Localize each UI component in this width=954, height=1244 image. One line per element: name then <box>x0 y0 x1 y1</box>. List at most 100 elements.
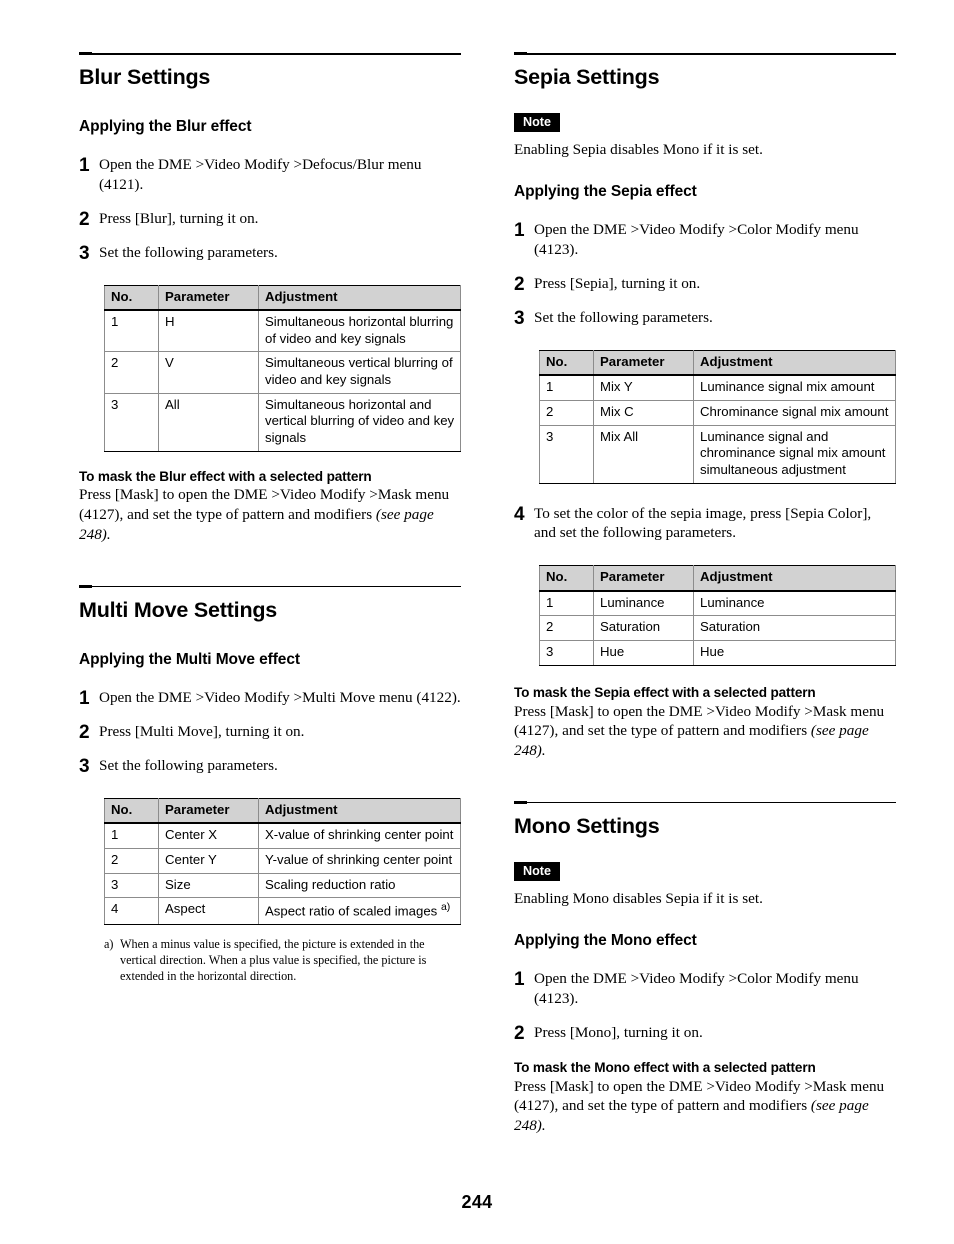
cell-parameter: All <box>158 392 259 452</box>
step-item: 1 Open the DME >Video Modify >Color Modi… <box>514 220 896 260</box>
step-number: 2 <box>79 208 90 230</box>
cell-adjustment: Luminance signal mix amount <box>693 374 896 402</box>
cell-parameter: V <box>158 351 259 394</box>
table-header-row: No. Parameter Adjustment <box>104 284 461 312</box>
step-text: Press [Multi Move], turning it on. <box>99 722 305 740</box>
column-header-no: No. <box>104 284 159 312</box>
cell-parameter: Center Y <box>158 847 259 874</box>
cell-no: 1 <box>104 309 159 353</box>
table-wrapper: No. Parameter Adjustment 1 Luminance Lum… <box>539 565 896 666</box>
cell-parameter: Luminance <box>593 590 694 617</box>
table-row: 1 H Simultaneous horizontal blurring of … <box>104 309 461 353</box>
cell-adjustment: Simultaneous horizontal and vertical blu… <box>258 392 461 452</box>
table-wrapper: No. Parameter Adjustment 1 H Simultaneou… <box>104 284 461 452</box>
step-item: 3 Set the following parameters. <box>79 243 461 263</box>
heading-mask-mono-effect: To mask the Mono effect with a selected … <box>514 1059 816 1075</box>
step-item: 3 Set the following parameters. <box>514 308 896 328</box>
column-header-adjustment: Adjustment <box>693 349 896 377</box>
paragraph-mask-mono: Press [Mask] to open the DME >Video Modi… <box>514 1077 896 1136</box>
footnote-aspect: a) When a minus value is specified, the … <box>104 937 461 985</box>
cell-adjustment-text: X-value of shrinking center point <box>265 827 454 843</box>
blur-parameters-table: No. Parameter Adjustment 1 H Simultaneou… <box>104 284 461 452</box>
table-row: 3 All Simultaneous horizontal and vertic… <box>104 392 461 452</box>
table-row: 1 Mix Y Luminance signal mix amount <box>539 374 896 402</box>
cell-no: 3 <box>104 872 159 899</box>
step-text: Press [Blur], turning it on. <box>99 209 259 227</box>
cell-adjustment: Y-value of shrinking center point <box>258 847 461 874</box>
section-rule-mono <box>514 800 896 804</box>
column-header-parameter: Parameter <box>593 349 694 377</box>
table-row: 2 Mix C Chrominance signal mix amount <box>539 400 896 426</box>
cell-parameter: Saturation <box>593 615 694 641</box>
cell-adjustment: Aspect ratio of scaled images a) <box>258 897 461 926</box>
step-item: 2 Press [Blur], turning it on. <box>79 209 461 229</box>
cell-no: 2 <box>539 400 594 426</box>
cell-no: 4 <box>104 897 159 926</box>
page-title-mono-settings: Mono Settings <box>514 813 660 838</box>
cell-parameter: Mix C <box>593 400 694 426</box>
right-column: Sepia Settings Note Enabling Sepia disab… <box>514 52 896 1136</box>
table-row: 2 Center Y Y-value of shrinking center p… <box>104 847 461 874</box>
section-rule-multi-move <box>79 584 461 588</box>
cell-adjustment-text: Aspect ratio of scaled images <box>265 903 438 919</box>
note-text-sepia: Enabling Sepia disables Mono if it is se… <box>514 141 763 159</box>
table-row: 3 Hue Hue <box>539 639 896 666</box>
cell-adjustment-text: Scaling reduction ratio <box>265 876 396 892</box>
note-text-mono: Enabling Mono disables Sepia if it is se… <box>514 890 763 908</box>
cell-adjustment: Saturation <box>693 615 896 641</box>
heading-mask-blur-effect: To mask the Blur effect with a selected … <box>79 468 372 484</box>
cell-no: 2 <box>104 847 159 874</box>
column-header-adjustment: Adjustment <box>693 565 896 592</box>
paragraph-mask-blur: Press [Mask] to open the DME >Video Modi… <box>79 485 461 544</box>
cell-adjustment: Chrominance signal mix amount <box>693 400 896 426</box>
step-text: Set the following parameters. <box>99 243 278 261</box>
heading-applying-mono-effect: Applying the Mono effect <box>514 932 697 950</box>
document-page: Blur Settings Applying the Blur effect 1… <box>0 0 954 1244</box>
table-row: 1 Center X X-value of shrinking center p… <box>104 822 461 849</box>
two-column-layout: Blur Settings Applying the Blur effect 1… <box>79 52 896 1136</box>
cell-no: 2 <box>539 615 594 641</box>
step-text: Press [Mono], turning it on. <box>534 1023 703 1041</box>
cell-adjustment: Scaling reduction ratio <box>258 872 461 899</box>
column-header-parameter: Parameter <box>158 797 259 825</box>
table-row: 1 Luminance Luminance <box>539 590 896 617</box>
step-text: Press [Sepia], turning it on. <box>534 274 701 292</box>
table-header-row: No. Parameter Adjustment <box>539 565 896 592</box>
step-number: 4 <box>514 503 525 525</box>
step-text: To set the color of the sepia image, pre… <box>534 504 872 542</box>
status-badge-note: Note <box>514 112 560 133</box>
cell-no: 3 <box>104 392 159 452</box>
note-block-mono: Note <box>514 861 896 882</box>
step-item: 1 Open the DME >Video Modify >Multi Move… <box>79 688 461 708</box>
cell-no: 1 <box>539 590 594 617</box>
footnote-text: When a minus value is specified, the pic… <box>120 937 427 983</box>
sepia-parameters-table: No. Parameter Adjustment 1 Mix Y Luminan… <box>539 349 896 484</box>
step-number: 1 <box>79 687 90 709</box>
heading-applying-sepia-effect: Applying the Sepia effect <box>514 183 697 201</box>
step-item: 2 Press [Mono], turning it on. <box>514 1023 896 1043</box>
cell-parameter: Mix All <box>593 424 694 484</box>
step-number: 2 <box>79 721 90 743</box>
status-badge-note: Note <box>514 861 560 882</box>
step-number: 3 <box>79 755 90 777</box>
step-item: 3 Set the following parameters. <box>79 756 461 776</box>
cell-adjustment: Luminance signal and chrominance signal … <box>693 424 896 484</box>
page-title-sepia-settings: Sepia Settings <box>514 65 660 89</box>
step-item: 1 Open the DME >Video Modify >Color Modi… <box>514 969 896 1009</box>
paragraph-mask-sepia: Press [Mask] to open the DME >Video Modi… <box>514 702 896 761</box>
cell-adjustment: Hue <box>693 639 896 666</box>
sepia-color-parameters-table: No. Parameter Adjustment 1 Luminance Lum… <box>539 565 896 666</box>
cell-no: 3 <box>539 424 594 484</box>
footnote-mark: a) <box>104 937 114 952</box>
cell-adjustment-text: Y-value of shrinking center point <box>265 851 453 867</box>
left-column: Blur Settings Applying the Blur effect 1… <box>79 52 461 1136</box>
table-row: 3 Mix All Luminance signal and chrominan… <box>539 424 896 484</box>
column-header-no: No. <box>539 565 594 592</box>
step-number: 1 <box>79 155 90 177</box>
heading-mask-sepia-effect: To mask the Sepia effect with a selected… <box>514 684 816 700</box>
step-item: 1 Open the DME >Video Modify >Defocus/Bl… <box>79 155 461 195</box>
table-row: 3 Size Scaling reduction ratio <box>104 872 461 899</box>
column-header-parameter: Parameter <box>158 284 259 312</box>
step-number: 1 <box>514 969 525 991</box>
page-title-blur-settings: Blur Settings <box>79 65 211 89</box>
